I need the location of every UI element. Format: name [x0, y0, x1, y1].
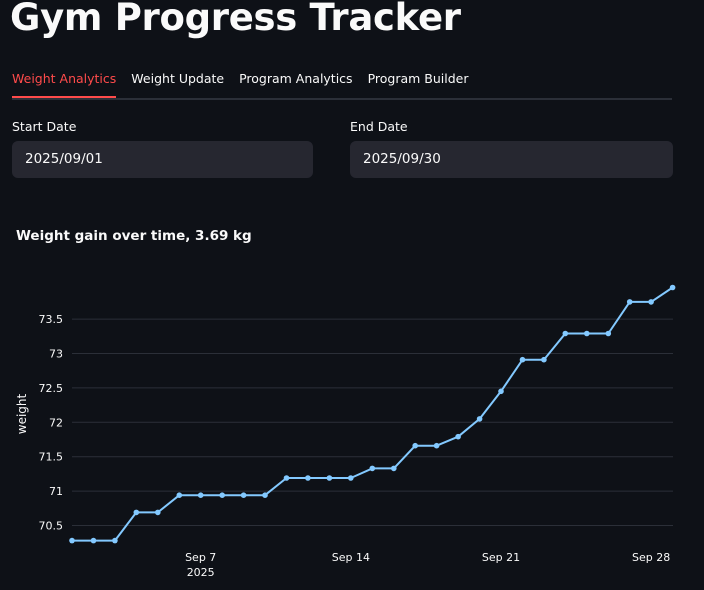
data-point	[69, 537, 75, 544]
data-point	[626, 299, 633, 305]
y-axis-label: weight	[15, 393, 29, 434]
data-point	[176, 492, 183, 499]
data-point	[584, 330, 590, 337]
data-point	[326, 475, 333, 481]
data-point	[112, 537, 118, 544]
y-tick-label: 71.5	[39, 451, 64, 464]
y-tick-label: 70.5	[39, 520, 64, 533]
data-point	[541, 356, 547, 363]
x-tick-sublabel: 2025	[187, 566, 215, 579]
data-point	[197, 492, 204, 499]
data-point	[498, 388, 504, 395]
y-tick-label: 72.5	[39, 382, 64, 395]
data-point	[669, 284, 676, 291]
data-point	[476, 416, 483, 422]
data-point	[519, 356, 526, 363]
y-tick-label: 72	[49, 416, 63, 429]
data-point	[133, 509, 140, 516]
data-point	[305, 475, 311, 481]
data-point	[262, 492, 268, 499]
data-point	[562, 330, 569, 337]
x-tick-label: Sep 28	[632, 551, 670, 564]
x-tick-label: Sep 14	[332, 551, 370, 564]
data-point	[605, 330, 612, 337]
data-point	[369, 465, 376, 472]
data-point	[455, 433, 461, 440]
data-point	[348, 475, 354, 481]
data-point	[648, 299, 654, 305]
x-tick-label: Sep 7	[185, 551, 216, 564]
data-point	[90, 537, 97, 544]
data-point	[155, 509, 161, 516]
data-point	[433, 442, 440, 449]
data-point	[240, 492, 247, 499]
x-tick-label: Sep 21	[482, 551, 520, 564]
data-point	[219, 492, 225, 499]
data-point	[283, 475, 290, 481]
y-tick-label: 73	[49, 348, 63, 361]
series-line	[72, 286, 674, 542]
y-tick-label: 73.5	[39, 313, 64, 326]
weight-chart: 70.5 71 71.5 72 72.5 73 73.5 Sep 7 2025 Sep 14 Sep…	[15, 284, 676, 579]
data-point	[391, 465, 397, 472]
data-point	[412, 442, 419, 449]
y-tick-label: 71	[49, 485, 63, 498]
